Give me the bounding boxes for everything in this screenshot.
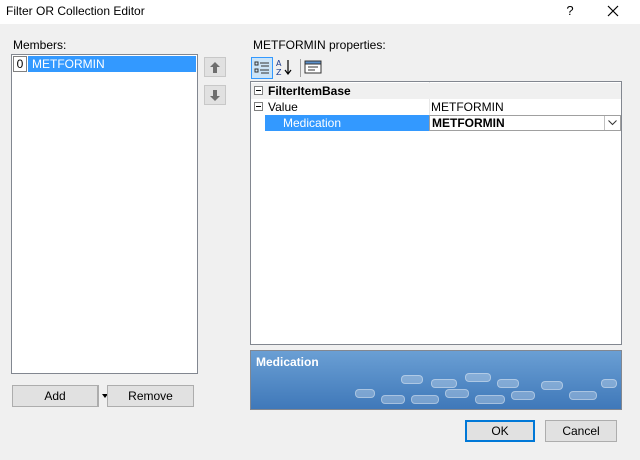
- property-value: METFORMIN: [431, 100, 504, 114]
- member-name: METFORMIN: [28, 56, 196, 72]
- properties-header: METFORMIN properties:: [253, 38, 386, 52]
- category-name: FilterItemBase: [268, 84, 351, 98]
- chevron-down-icon: [608, 120, 617, 126]
- arrow-up-icon: [210, 62, 220, 73]
- collapse-icon[interactable]: [254, 102, 263, 111]
- categorized-icon: [254, 61, 269, 74]
- selected-property-name: Medication: [265, 115, 429, 131]
- move-down-button[interactable]: [204, 85, 226, 105]
- alphabetical-sort-icon: A Z: [276, 59, 292, 77]
- alphabetical-button[interactable]: A Z: [274, 57, 296, 79]
- move-up-button[interactable]: [204, 57, 226, 77]
- members-label: Members:: [13, 38, 67, 52]
- property-value: METFORMIN: [432, 116, 505, 130]
- svg-text:Z: Z: [276, 68, 282, 77]
- property-pages-button[interactable]: [303, 57, 325, 79]
- toolbar-separator: [300, 59, 301, 77]
- members-list[interactable]: 0 METFORMIN: [11, 54, 198, 374]
- remove-button[interactable]: Remove: [107, 385, 194, 407]
- help-title: Medication: [256, 355, 319, 369]
- dropdown-button[interactable]: [604, 116, 620, 130]
- property-row-value[interactable]: Value METFORMIN: [251, 99, 621, 115]
- arrow-down-icon: [210, 90, 220, 101]
- list-item[interactable]: 0 METFORMIN: [13, 56, 196, 72]
- property-pages-icon: [304, 60, 322, 74]
- close-icon: [607, 5, 619, 17]
- medication-value-dropdown[interactable]: METFORMIN: [429, 115, 621, 131]
- cancel-button[interactable]: Cancel: [545, 420, 617, 442]
- ok-button[interactable]: OK: [465, 420, 535, 442]
- property-row-medication[interactable]: Medication METFORMIN: [251, 115, 621, 131]
- add-button[interactable]: Add: [12, 385, 108, 407]
- window-title: Filter OR Collection Editor: [6, 4, 145, 18]
- help-button[interactable]: ?: [560, 3, 580, 21]
- category-row[interactable]: FilterItemBase: [251, 83, 621, 99]
- close-button[interactable]: [598, 0, 628, 22]
- property-name: Medication: [283, 116, 342, 130]
- title-bar: Filter OR Collection Editor ?: [0, 0, 640, 24]
- property-grid[interactable]: FilterItemBase Value METFORMIN Medicatio…: [250, 81, 622, 345]
- categorized-button[interactable]: [251, 57, 273, 79]
- svg-text:A: A: [276, 59, 282, 68]
- add-button-label: Add: [44, 389, 66, 403]
- property-name: Value: [268, 100, 298, 114]
- help-pane: Medication: [250, 350, 622, 410]
- property-grid-toolbar: A Z: [250, 56, 622, 80]
- member-index: 0: [13, 56, 27, 72]
- collapse-icon[interactable]: [254, 86, 263, 95]
